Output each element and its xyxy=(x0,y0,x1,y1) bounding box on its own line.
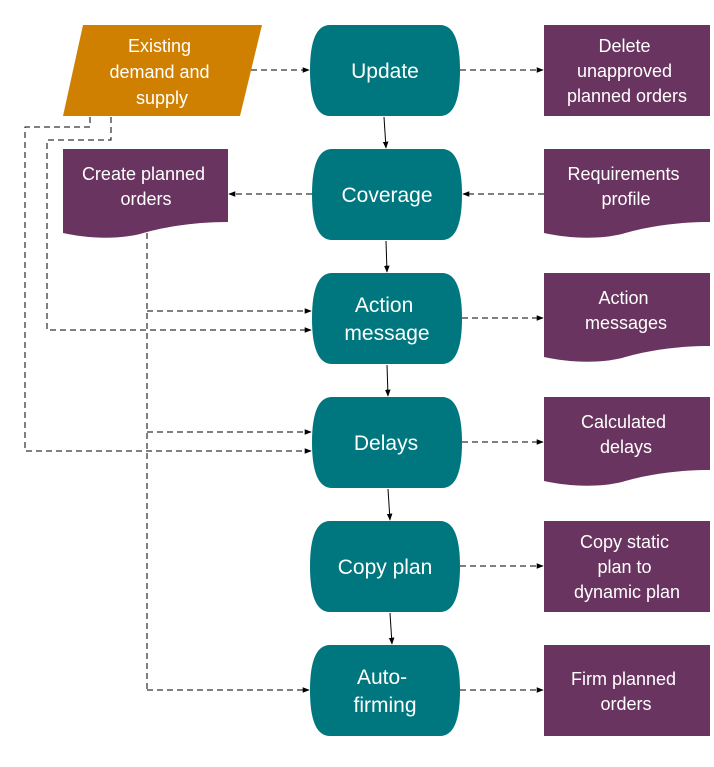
process-label: Coverage xyxy=(341,184,432,207)
edge-coverage-to-action-message xyxy=(383,240,390,273)
edge-action-message-to-delays xyxy=(384,364,391,397)
input-node-existing-demand-supply[interactable]: Existing demand and supply xyxy=(63,25,262,116)
edge-copy-plan-to-auto-firming xyxy=(388,612,395,645)
process-shape xyxy=(310,645,460,736)
output-firm-planned-orders[interactable]: Firm planned orders xyxy=(544,645,710,736)
output-calculated-delays[interactable]: Calculated delays xyxy=(544,397,710,486)
flowchart: Existing demand and supply Create planne… xyxy=(24,25,710,736)
process-shape xyxy=(312,273,462,364)
output-copy-static-plan[interactable]: Copy static plan to dynamic plan xyxy=(544,521,710,612)
edge-update-to-coverage xyxy=(382,116,389,149)
output-action-messages[interactable]: Action messages xyxy=(544,273,710,362)
process-update[interactable]: Update xyxy=(310,25,460,116)
process-action-message[interactable]: Action message xyxy=(312,273,462,364)
process-delays[interactable]: Delays xyxy=(312,397,462,488)
process-copy-plan[interactable]: Copy plan xyxy=(310,521,460,612)
edge-delays-to-copy-plan xyxy=(386,488,393,521)
process-coverage[interactable]: Coverage xyxy=(312,149,462,240)
process-label: Copy plan xyxy=(338,556,433,579)
output-delete-unapproved[interactable]: Delete unapproved planned orders xyxy=(544,25,710,116)
process-label: Delays xyxy=(354,432,418,455)
document-create-planned-orders[interactable]: Create planned orders xyxy=(63,149,228,238)
output-requirements-profile[interactable]: Requirements profile xyxy=(544,149,710,238)
process-auto-firming[interactable]: Auto- firming xyxy=(310,645,460,736)
process-label: Update xyxy=(351,60,419,83)
output-shape xyxy=(544,645,710,736)
